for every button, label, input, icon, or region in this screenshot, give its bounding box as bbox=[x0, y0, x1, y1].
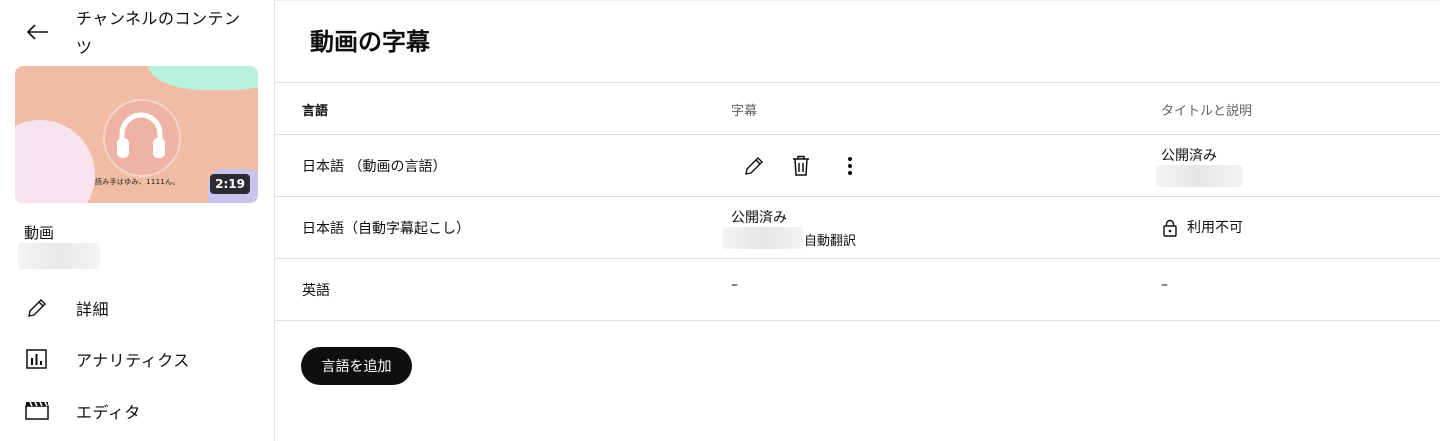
title-status-unavailable: 利用不可 bbox=[1187, 220, 1243, 236]
add-language-button[interactable]: 言語を追加 bbox=[301, 347, 412, 385]
subtitles-panel: 動画の字幕 言語 字幕 タイトルと説明 日本語 （動画の言語） 公開済み 日本語… bbox=[275, 0, 1440, 441]
title-redacted bbox=[1156, 165, 1243, 187]
edit-pencil-icon[interactable] bbox=[740, 152, 768, 180]
divider bbox=[275, 134, 1440, 135]
page-title: 動画の字幕 bbox=[310, 28, 430, 56]
subtitle-redacted bbox=[723, 227, 803, 249]
nav-item-editor[interactable]: エディタ bbox=[0, 389, 274, 433]
nav-item-analytics[interactable]: アナリティクス bbox=[0, 337, 274, 381]
row-language-japanese-video: 日本語 （動画の言語） bbox=[302, 159, 447, 175]
delete-trash-icon[interactable] bbox=[787, 152, 815, 180]
title-empty-dash: – bbox=[1161, 277, 1168, 293]
clapperboard-icon bbox=[25, 401, 49, 420]
column-header-title-description: タイトルと説明 bbox=[1161, 104, 1253, 119]
video-thumbnail[interactable]: 読み手はゆみ、1111ん。 2:19 bbox=[15, 66, 258, 203]
top-divider bbox=[275, 0, 1440, 1]
row-language-japanese-auto: 日本語（自動字幕起こし） bbox=[302, 221, 470, 237]
nav-label-analytics: アナリティクス bbox=[76, 351, 190, 370]
thumbnail-shape-pink bbox=[15, 120, 95, 203]
nav-label-details: 詳細 bbox=[76, 300, 110, 319]
duration-badge: 2:19 bbox=[210, 174, 250, 194]
nav-item-details[interactable]: 詳細 bbox=[0, 286, 274, 330]
subtitle-empty-dash: – bbox=[731, 277, 738, 293]
pencil-icon bbox=[28, 299, 46, 317]
divider bbox=[275, 82, 1440, 83]
subtitle-status-published: 公開済み bbox=[731, 210, 787, 226]
more-options-icon[interactable] bbox=[836, 152, 864, 180]
analytics-icon bbox=[26, 349, 47, 369]
title-status-published: 公開済み bbox=[1161, 148, 1217, 164]
row-language-english: 英語 bbox=[302, 283, 330, 299]
divider bbox=[275, 196, 1440, 197]
thumbnail-caption: 読み手はゆみ、1111ん。 bbox=[95, 178, 180, 186]
nav-label-editor: エディタ bbox=[76, 403, 141, 422]
video-title-redacted bbox=[18, 243, 100, 269]
divider bbox=[275, 258, 1440, 259]
lock-icon bbox=[1163, 219, 1177, 237]
channel-content-title[interactable]: チャンネルのコンテンツ bbox=[76, 4, 256, 62]
column-header-language: 言語 bbox=[302, 104, 329, 119]
subtitle-auto-translate-note: 自動翻訳 bbox=[804, 234, 857, 249]
sidebar: チャンネルのコンテンツ 読み手はゆみ、1111ん。 2:19 動画 詳細 アナリ… bbox=[0, 0, 275, 441]
thumbnail-shape-mint bbox=[148, 66, 258, 90]
video-label: 動画 bbox=[24, 224, 55, 242]
back-arrow-icon[interactable] bbox=[24, 18, 52, 46]
divider bbox=[275, 320, 1440, 321]
headphones-icon bbox=[117, 112, 165, 158]
column-header-subtitles: 字幕 bbox=[731, 104, 758, 119]
